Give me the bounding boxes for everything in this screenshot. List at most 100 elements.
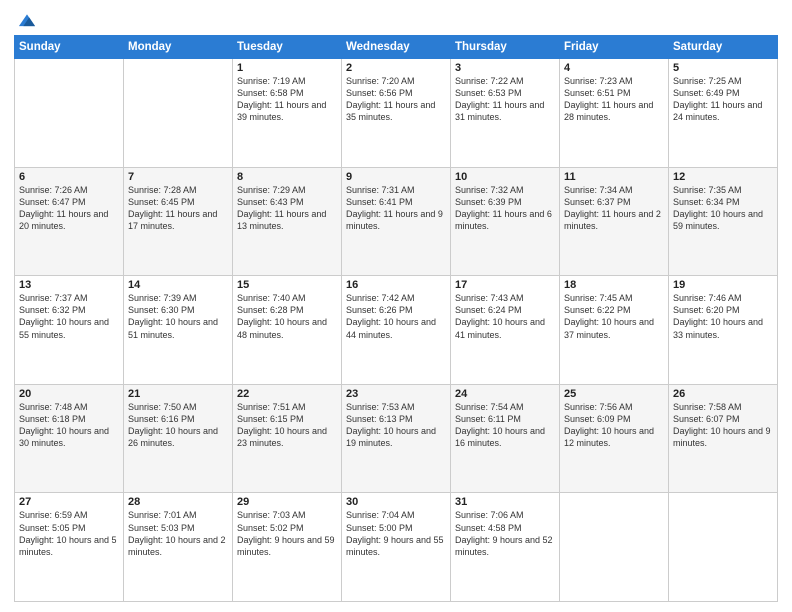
day-cell: 10Sunrise: 7:32 AM Sunset: 6:39 PM Dayli… bbox=[451, 167, 560, 276]
day-info: Sunrise: 7:19 AM Sunset: 6:58 PM Dayligh… bbox=[237, 75, 337, 124]
day-cell: 24Sunrise: 7:54 AM Sunset: 6:11 PM Dayli… bbox=[451, 384, 560, 493]
day-info: Sunrise: 7:54 AM Sunset: 6:11 PM Dayligh… bbox=[455, 401, 555, 450]
day-info: Sunrise: 7:39 AM Sunset: 6:30 PM Dayligh… bbox=[128, 292, 228, 341]
day-cell: 11Sunrise: 7:34 AM Sunset: 6:37 PM Dayli… bbox=[560, 167, 669, 276]
day-number: 2 bbox=[346, 62, 446, 74]
day-cell: 31Sunrise: 7:06 AM Sunset: 4:58 PM Dayli… bbox=[451, 493, 560, 602]
day-cell: 4Sunrise: 7:23 AM Sunset: 6:51 PM Daylig… bbox=[560, 59, 669, 168]
day-cell: 21Sunrise: 7:50 AM Sunset: 6:16 PM Dayli… bbox=[124, 384, 233, 493]
day-cell: 13Sunrise: 7:37 AM Sunset: 6:32 PM Dayli… bbox=[15, 276, 124, 385]
col-header-wednesday: Wednesday bbox=[342, 36, 451, 59]
day-cell: 7Sunrise: 7:28 AM Sunset: 6:45 PM Daylig… bbox=[124, 167, 233, 276]
day-info: Sunrise: 7:32 AM Sunset: 6:39 PM Dayligh… bbox=[455, 184, 555, 233]
day-number: 27 bbox=[19, 496, 119, 508]
day-cell: 14Sunrise: 7:39 AM Sunset: 6:30 PM Dayli… bbox=[124, 276, 233, 385]
col-header-tuesday: Tuesday bbox=[233, 36, 342, 59]
page: SundayMondayTuesdayWednesdayThursdayFrid… bbox=[0, 0, 792, 612]
day-info: Sunrise: 7:56 AM Sunset: 6:09 PM Dayligh… bbox=[564, 401, 664, 450]
day-info: Sunrise: 7:40 AM Sunset: 6:28 PM Dayligh… bbox=[237, 292, 337, 341]
day-info: Sunrise: 7:35 AM Sunset: 6:34 PM Dayligh… bbox=[673, 184, 773, 233]
col-header-monday: Monday bbox=[124, 36, 233, 59]
day-number: 13 bbox=[19, 279, 119, 291]
day-info: Sunrise: 7:23 AM Sunset: 6:51 PM Dayligh… bbox=[564, 75, 664, 124]
week-row-5: 27Sunrise: 6:59 AM Sunset: 5:05 PM Dayli… bbox=[15, 493, 778, 602]
day-cell: 22Sunrise: 7:51 AM Sunset: 6:15 PM Dayli… bbox=[233, 384, 342, 493]
calendar-table: SundayMondayTuesdayWednesdayThursdayFrid… bbox=[14, 35, 778, 602]
day-number: 25 bbox=[564, 388, 664, 400]
day-cell: 25Sunrise: 7:56 AM Sunset: 6:09 PM Dayli… bbox=[560, 384, 669, 493]
day-cell: 3Sunrise: 7:22 AM Sunset: 6:53 PM Daylig… bbox=[451, 59, 560, 168]
day-cell: 5Sunrise: 7:25 AM Sunset: 6:49 PM Daylig… bbox=[669, 59, 778, 168]
col-header-thursday: Thursday bbox=[451, 36, 560, 59]
day-info: Sunrise: 7:25 AM Sunset: 6:49 PM Dayligh… bbox=[673, 75, 773, 124]
col-header-friday: Friday bbox=[560, 36, 669, 59]
day-number: 16 bbox=[346, 279, 446, 291]
day-number: 28 bbox=[128, 496, 228, 508]
day-cell: 1Sunrise: 7:19 AM Sunset: 6:58 PM Daylig… bbox=[233, 59, 342, 168]
day-number: 4 bbox=[564, 62, 664, 74]
day-number: 15 bbox=[237, 279, 337, 291]
day-number: 6 bbox=[19, 171, 119, 183]
day-info: Sunrise: 7:48 AM Sunset: 6:18 PM Dayligh… bbox=[19, 401, 119, 450]
day-info: Sunrise: 7:58 AM Sunset: 6:07 PM Dayligh… bbox=[673, 401, 773, 450]
day-number: 26 bbox=[673, 388, 773, 400]
day-info: Sunrise: 7:20 AM Sunset: 6:56 PM Dayligh… bbox=[346, 75, 446, 124]
day-info: Sunrise: 7:43 AM Sunset: 6:24 PM Dayligh… bbox=[455, 292, 555, 341]
week-row-4: 20Sunrise: 7:48 AM Sunset: 6:18 PM Dayli… bbox=[15, 384, 778, 493]
day-cell: 17Sunrise: 7:43 AM Sunset: 6:24 PM Dayli… bbox=[451, 276, 560, 385]
day-cell: 19Sunrise: 7:46 AM Sunset: 6:20 PM Dayli… bbox=[669, 276, 778, 385]
day-number: 10 bbox=[455, 171, 555, 183]
day-info: Sunrise: 7:28 AM Sunset: 6:45 PM Dayligh… bbox=[128, 184, 228, 233]
day-cell: 23Sunrise: 7:53 AM Sunset: 6:13 PM Dayli… bbox=[342, 384, 451, 493]
day-cell bbox=[669, 493, 778, 602]
day-info: Sunrise: 7:29 AM Sunset: 6:43 PM Dayligh… bbox=[237, 184, 337, 233]
day-cell: 2Sunrise: 7:20 AM Sunset: 6:56 PM Daylig… bbox=[342, 59, 451, 168]
day-cell: 30Sunrise: 7:04 AM Sunset: 5:00 PM Dayli… bbox=[342, 493, 451, 602]
week-row-3: 13Sunrise: 7:37 AM Sunset: 6:32 PM Dayli… bbox=[15, 276, 778, 385]
day-info: Sunrise: 7:51 AM Sunset: 6:15 PM Dayligh… bbox=[237, 401, 337, 450]
day-info: Sunrise: 7:50 AM Sunset: 6:16 PM Dayligh… bbox=[128, 401, 228, 450]
day-number: 3 bbox=[455, 62, 555, 74]
day-cell: 27Sunrise: 6:59 AM Sunset: 5:05 PM Dayli… bbox=[15, 493, 124, 602]
day-cell: 15Sunrise: 7:40 AM Sunset: 6:28 PM Dayli… bbox=[233, 276, 342, 385]
day-number: 23 bbox=[346, 388, 446, 400]
day-cell: 28Sunrise: 7:01 AM Sunset: 5:03 PM Dayli… bbox=[124, 493, 233, 602]
day-number: 8 bbox=[237, 171, 337, 183]
day-info: Sunrise: 7:26 AM Sunset: 6:47 PM Dayligh… bbox=[19, 184, 119, 233]
day-number: 11 bbox=[564, 171, 664, 183]
day-cell: 29Sunrise: 7:03 AM Sunset: 5:02 PM Dayli… bbox=[233, 493, 342, 602]
week-row-1: 1Sunrise: 7:19 AM Sunset: 6:58 PM Daylig… bbox=[15, 59, 778, 168]
day-cell: 20Sunrise: 7:48 AM Sunset: 6:18 PM Dayli… bbox=[15, 384, 124, 493]
day-info: Sunrise: 7:03 AM Sunset: 5:02 PM Dayligh… bbox=[237, 509, 337, 558]
day-number: 19 bbox=[673, 279, 773, 291]
day-number: 30 bbox=[346, 496, 446, 508]
day-number: 5 bbox=[673, 62, 773, 74]
day-info: Sunrise: 7:45 AM Sunset: 6:22 PM Dayligh… bbox=[564, 292, 664, 341]
day-cell: 9Sunrise: 7:31 AM Sunset: 6:41 PM Daylig… bbox=[342, 167, 451, 276]
day-info: Sunrise: 7:53 AM Sunset: 6:13 PM Dayligh… bbox=[346, 401, 446, 450]
day-number: 7 bbox=[128, 171, 228, 183]
day-number: 17 bbox=[455, 279, 555, 291]
day-number: 21 bbox=[128, 388, 228, 400]
day-info: Sunrise: 7:31 AM Sunset: 6:41 PM Dayligh… bbox=[346, 184, 446, 233]
day-number: 12 bbox=[673, 171, 773, 183]
day-number: 22 bbox=[237, 388, 337, 400]
day-number: 29 bbox=[237, 496, 337, 508]
col-header-sunday: Sunday bbox=[15, 36, 124, 59]
day-cell: 8Sunrise: 7:29 AM Sunset: 6:43 PM Daylig… bbox=[233, 167, 342, 276]
day-number: 1 bbox=[237, 62, 337, 74]
day-cell: 16Sunrise: 7:42 AM Sunset: 6:26 PM Dayli… bbox=[342, 276, 451, 385]
day-cell: 26Sunrise: 7:58 AM Sunset: 6:07 PM Dayli… bbox=[669, 384, 778, 493]
day-info: Sunrise: 7:46 AM Sunset: 6:20 PM Dayligh… bbox=[673, 292, 773, 341]
day-number: 24 bbox=[455, 388, 555, 400]
day-number: 9 bbox=[346, 171, 446, 183]
logo bbox=[14, 14, 38, 29]
day-info: Sunrise: 7:06 AM Sunset: 4:58 PM Dayligh… bbox=[455, 509, 555, 558]
day-info: Sunrise: 7:34 AM Sunset: 6:37 PM Dayligh… bbox=[564, 184, 664, 233]
day-info: Sunrise: 6:59 AM Sunset: 5:05 PM Dayligh… bbox=[19, 509, 119, 558]
day-number: 14 bbox=[128, 279, 228, 291]
day-cell bbox=[124, 59, 233, 168]
day-cell bbox=[560, 493, 669, 602]
day-info: Sunrise: 7:04 AM Sunset: 5:00 PM Dayligh… bbox=[346, 509, 446, 558]
col-header-saturday: Saturday bbox=[669, 36, 778, 59]
